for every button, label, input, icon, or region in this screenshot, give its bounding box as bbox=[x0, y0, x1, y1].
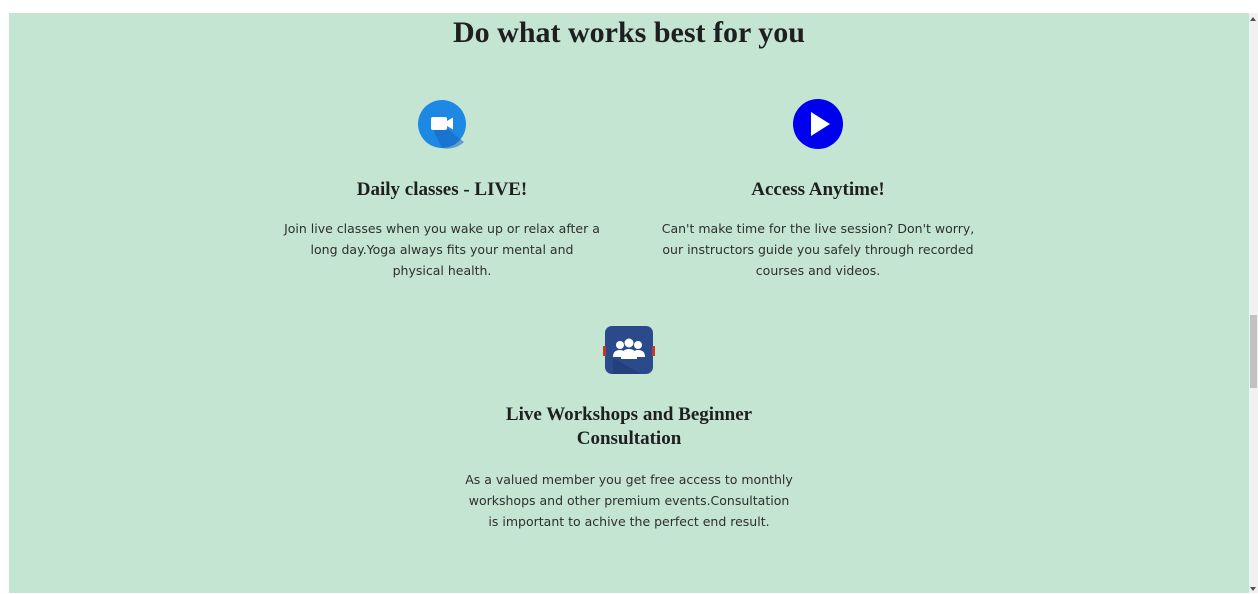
scrollbar-thumb[interactable] bbox=[1250, 315, 1257, 388]
feature-live-workshops: Live Workshops and Beginner Consultation… bbox=[462, 324, 796, 532]
vertical-scrollbar[interactable] bbox=[1249, 13, 1258, 593]
feature-access-anytime: Access Anytime! Can't make time for the … bbox=[657, 98, 979, 281]
feature-daily-classes: Daily classes - LIVE! Join live classes … bbox=[284, 98, 600, 281]
feature-description: Join live classes when you wake up or re… bbox=[284, 221, 600, 278]
play-icon bbox=[792, 98, 844, 150]
feature-title: Live Workshops and Beginner Consultation bbox=[505, 404, 753, 449]
page-viewport: Do what works best for you Daily classes… bbox=[9, 13, 1249, 593]
feature-title: Access Anytime! bbox=[751, 179, 885, 200]
feature-description: Can't make time for the live session? Do… bbox=[661, 221, 975, 278]
group-icon bbox=[603, 324, 655, 376]
feature-title: Daily classes - LIVE! bbox=[356, 179, 528, 200]
section-title: Do what works best for you bbox=[453, 16, 805, 49]
scroll-up-arrow-icon[interactable] bbox=[1250, 17, 1256, 21]
scroll-down-arrow-icon[interactable] bbox=[1250, 587, 1256, 591]
feature-description: As a valued member you get free access t… bbox=[465, 472, 793, 529]
video-camera-icon bbox=[416, 98, 468, 150]
